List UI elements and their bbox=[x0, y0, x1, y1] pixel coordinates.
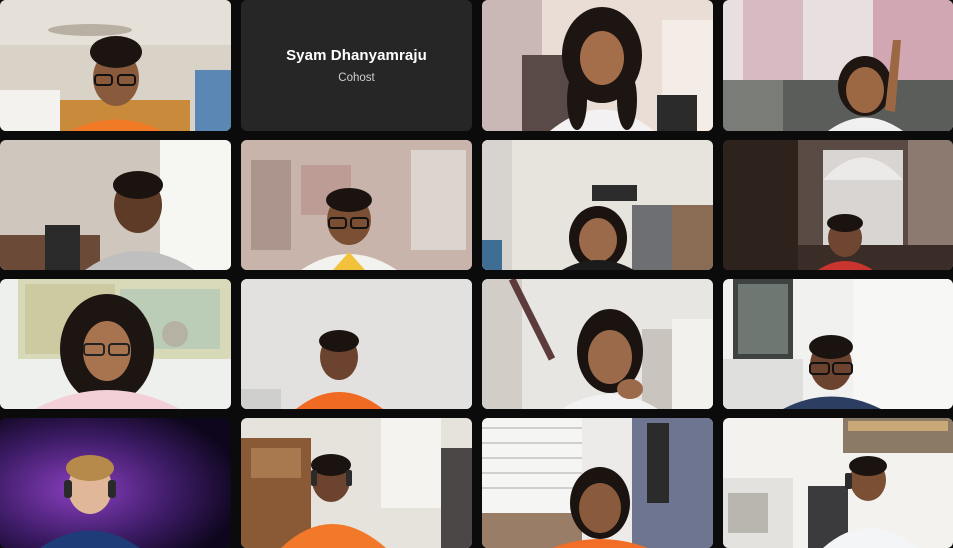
participant-video bbox=[482, 140, 713, 270]
video-tile-11[interactable] bbox=[482, 279, 713, 409]
participant-role: Cohost bbox=[338, 72, 375, 84]
video-tile-9[interactable] bbox=[0, 279, 231, 409]
participant-video bbox=[723, 0, 953, 131]
video-tile-7[interactable] bbox=[482, 140, 713, 270]
participant-video bbox=[0, 140, 231, 270]
video-tile-3[interactable] bbox=[482, 0, 713, 131]
video-tile-5[interactable] bbox=[0, 140, 231, 270]
video-tile-15[interactable] bbox=[482, 418, 713, 548]
participant-video bbox=[723, 140, 953, 270]
participant-video bbox=[241, 418, 472, 548]
video-tile-14[interactable] bbox=[241, 418, 472, 548]
participant-video bbox=[482, 418, 713, 548]
participant-video bbox=[241, 140, 472, 270]
video-tile-8[interactable] bbox=[723, 140, 953, 270]
participant-video bbox=[723, 279, 953, 409]
participant-video bbox=[482, 279, 713, 409]
video-tile-16[interactable] bbox=[723, 418, 953, 548]
video-tile-2[interactable]: Syam Dhanyamraju Cohost bbox=[241, 0, 472, 131]
video-tile-10[interactable] bbox=[241, 279, 472, 409]
video-tile-12[interactable] bbox=[723, 279, 953, 409]
participant-video bbox=[0, 0, 231, 131]
participant-video bbox=[0, 418, 231, 548]
participant-video bbox=[723, 418, 953, 548]
video-tile-13[interactable] bbox=[0, 418, 231, 548]
video-tile-6[interactable] bbox=[241, 140, 472, 270]
participant-video bbox=[0, 279, 231, 409]
video-tile-1[interactable] bbox=[0, 0, 231, 131]
video-tile-4[interactable] bbox=[723, 0, 953, 131]
video-gallery-grid: Syam Dhanyamraju Cohost bbox=[0, 0, 953, 548]
participant-video bbox=[241, 279, 472, 409]
participant-name: Syam Dhanyamraju bbox=[286, 47, 427, 64]
participant-video bbox=[482, 0, 713, 131]
